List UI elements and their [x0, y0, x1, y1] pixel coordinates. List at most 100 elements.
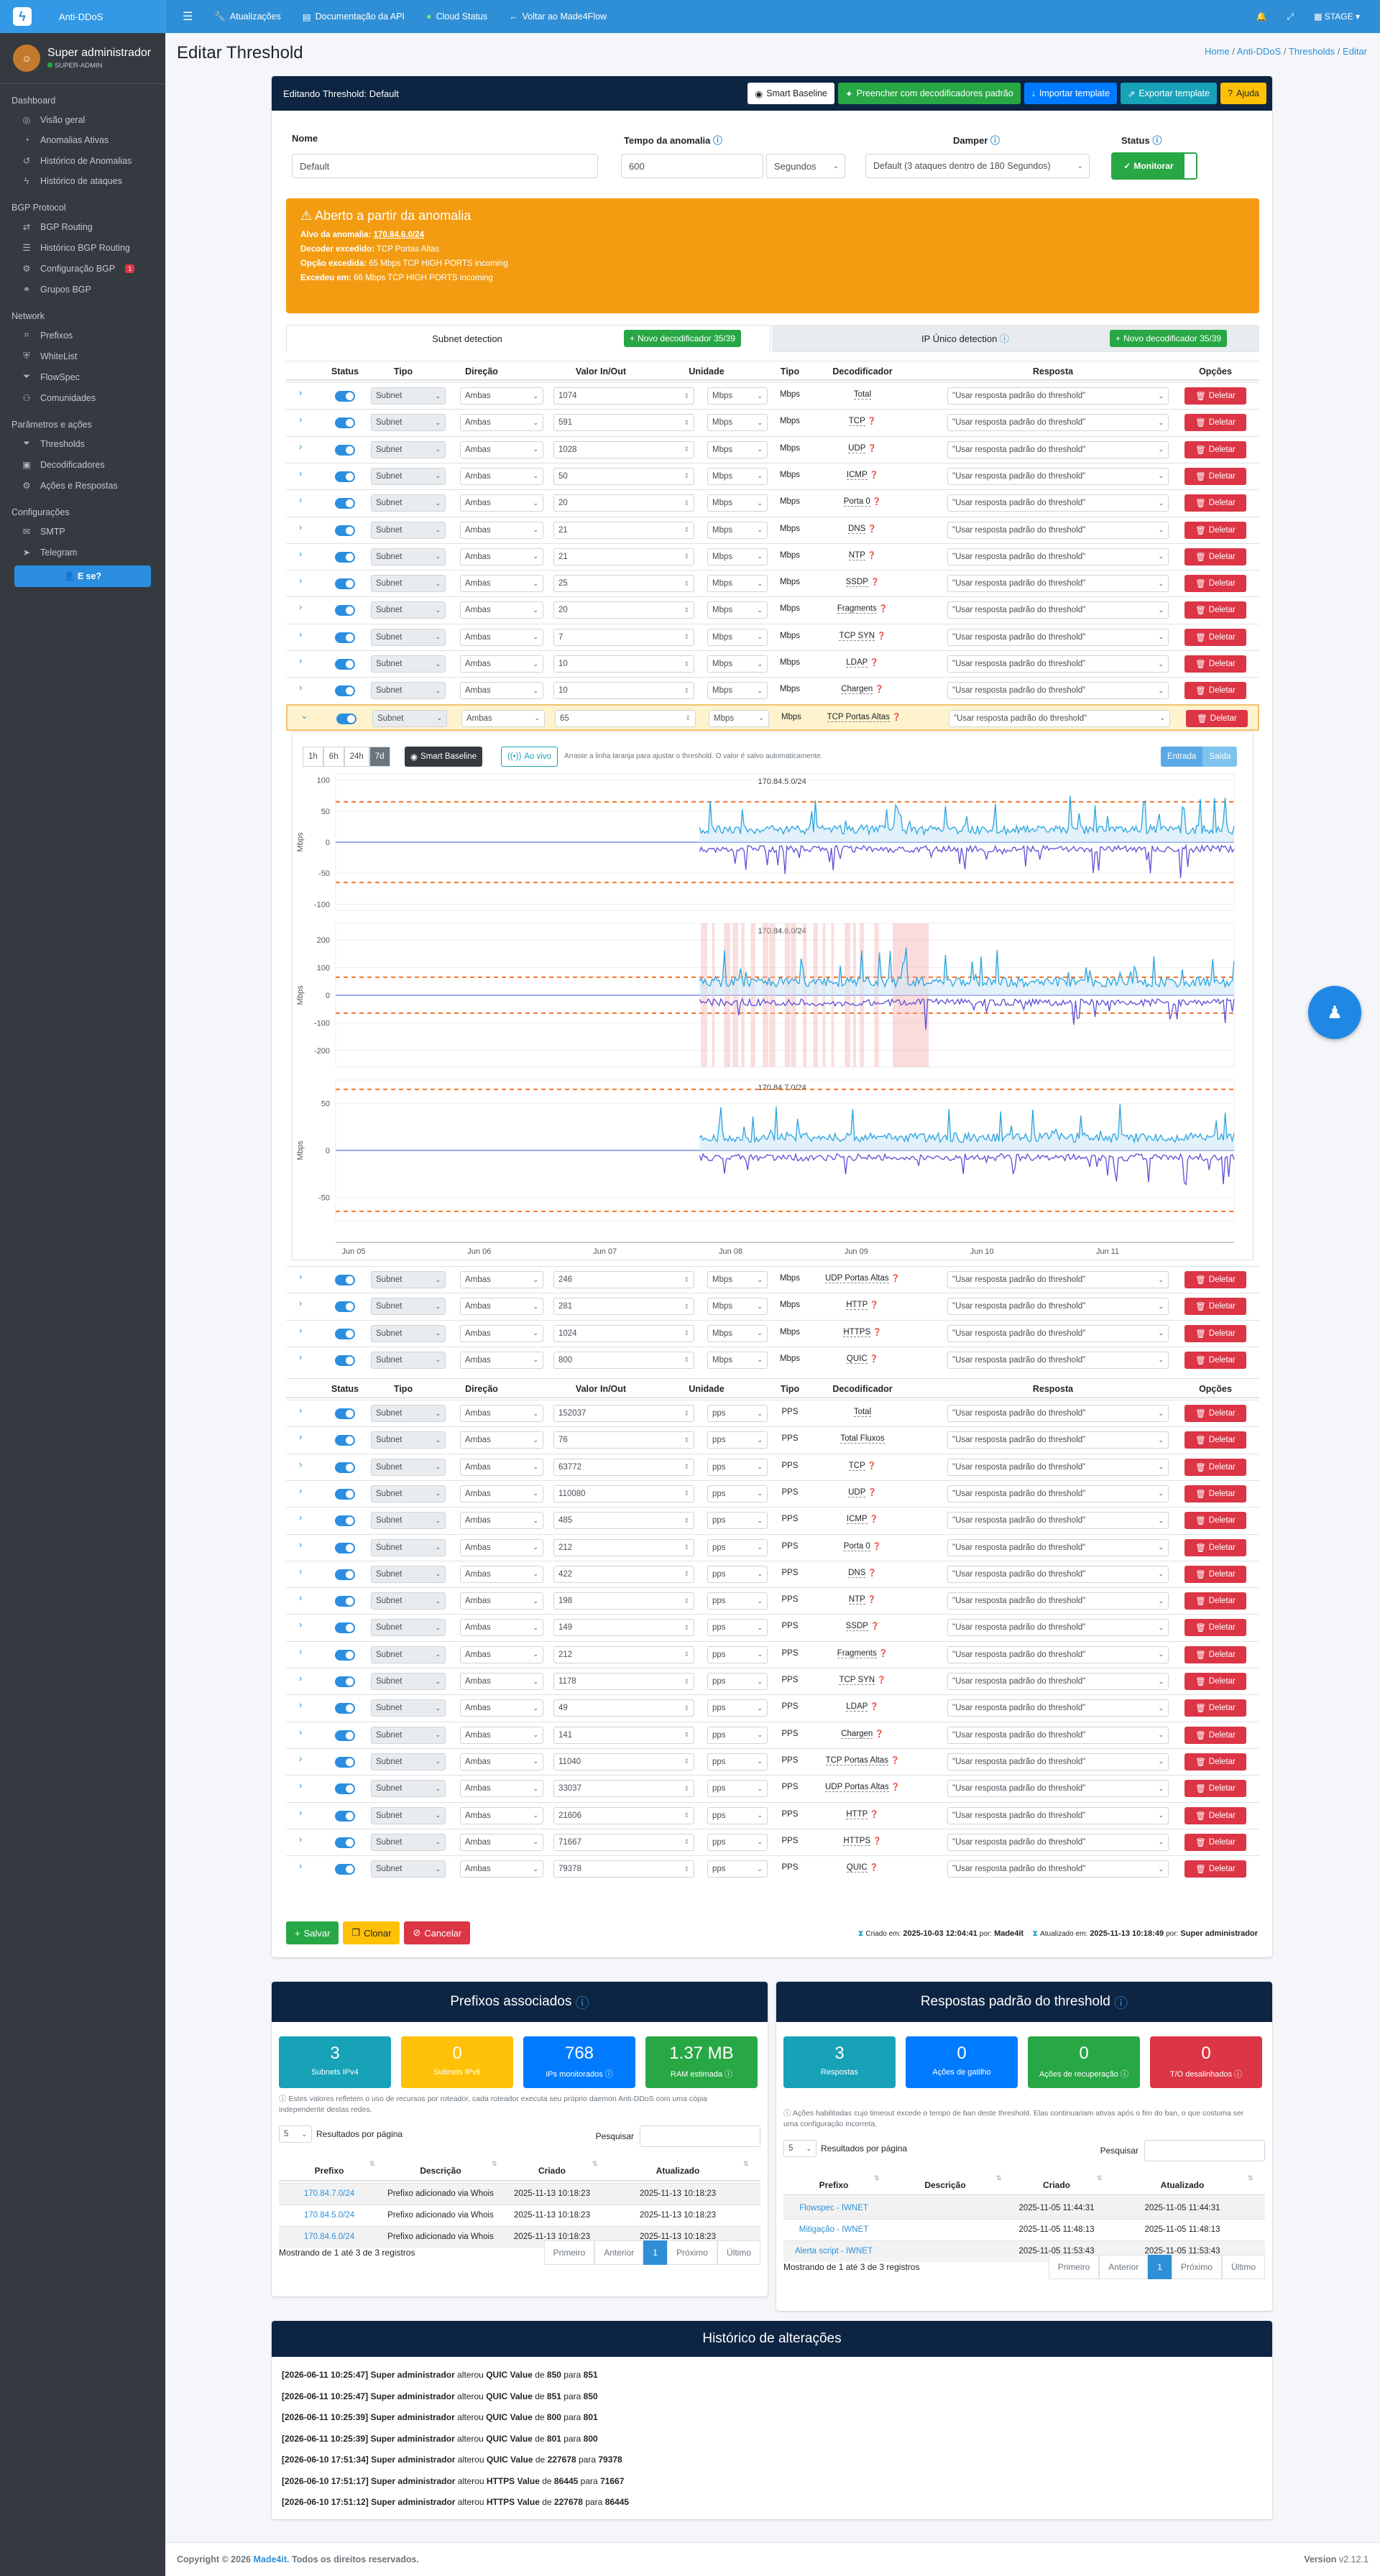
decoder-name[interactable]: HTTPS ❓	[806, 1837, 919, 1845]
status-switch[interactable]	[335, 1515, 355, 1526]
delete-button[interactable]: 🗑 Deletar	[1184, 1352, 1246, 1369]
unidade-select[interactable]: Mbps ⌄	[707, 468, 768, 485]
damper-select[interactable]: Default (3 ataques dentro de 180 Segundo…	[865, 154, 1090, 178]
delete-button[interactable]: 🗑 Deletar	[1184, 1619, 1246, 1636]
delete-button[interactable]: 🗑 Deletar	[1184, 1780, 1246, 1797]
tipo-select[interactable]: Subnet ⌄	[371, 682, 446, 699]
sidebar-item-smtp[interactable]: ✉ SMTP	[0, 521, 165, 542]
saida-toggle[interactable]: Saída	[1202, 747, 1237, 767]
tipo-select[interactable]: Subnet ⌄	[371, 1405, 446, 1422]
column-header[interactable]: Prefixo	[783, 2180, 884, 2190]
column-header-status[interactable]: Status	[323, 1384, 367, 1394]
cancel-button[interactable]: ⊘ Cancelar	[404, 1921, 470, 1944]
column-header-decodificador[interactable]: Decodificador	[806, 1384, 919, 1394]
row-link[interactable]: Mitigação - IWNET	[783, 2225, 884, 2234]
resposta-select[interactable]: "Usar resposta padrão do threshold" ⌄	[947, 655, 1169, 673]
row-link[interactable]: Alerta script - IWNET	[783, 2247, 884, 2256]
resposta-select[interactable]: "Usar resposta padrão do threshold" ⌄	[947, 1646, 1169, 1663]
unidade-select[interactable]: pps ⌄	[707, 1780, 768, 1797]
direcao-select[interactable]: Ambas ⌄	[460, 1271, 543, 1288]
sidebar-item-prefixos[interactable]: ⌗ Prefixos	[0, 325, 165, 346]
valor-input[interactable]: 21 ⇕	[553, 548, 694, 565]
unidade-select[interactable]: pps ⌄	[707, 1592, 768, 1610]
sair-button[interactable]: 👤 E se?	[14, 565, 151, 587]
decoder-name[interactable]: DNS ❓	[806, 1569, 919, 1577]
direcao-select[interactable]: Ambas ⌄	[460, 1699, 543, 1717]
decoder-name[interactable]: UDP ❓	[806, 444, 919, 453]
resposta-select[interactable]: "Usar resposta padrão do threshold" ⌄	[947, 601, 1169, 619]
resposta-select[interactable]: "Usar resposta padrão do threshold" ⌄	[947, 1512, 1169, 1529]
column-header[interactable]: Criado	[502, 2166, 602, 2176]
tipo-select[interactable]: Subnet ⌄	[371, 1512, 446, 1529]
stage-menu[interactable]: ▦ STAGE ▾	[1314, 11, 1360, 22]
unidade-select[interactable]: Mbps ⌄	[707, 655, 768, 673]
row-link[interactable]: 170.84.7.0/24	[279, 2189, 380, 2198]
resposta-select[interactable]: "Usar resposta padrão do threshold" ⌄	[947, 522, 1169, 539]
valor-input[interactable]: 63772 ⇕	[553, 1459, 694, 1476]
tempo-unit-select[interactable]: Segundos ⌄	[766, 154, 845, 178]
tipo-select[interactable]: Subnet ⌄	[371, 1699, 446, 1717]
unidade-select[interactable]: Mbps ⌄	[709, 710, 769, 727]
valor-input[interactable]: 1074 ⇕	[553, 387, 694, 405]
menu-toggle-icon[interactable]: ☰	[183, 9, 193, 24]
delete-button[interactable]: 🗑 Deletar	[1184, 1860, 1246, 1878]
valor-input[interactable]: 1024 ⇕	[553, 1325, 694, 1342]
valor-input[interactable]: 422 ⇕	[553, 1566, 694, 1583]
floating-user-button[interactable]: ♟	[1308, 986, 1361, 1039]
tipo-select[interactable]: Subnet ⌄	[371, 1619, 446, 1636]
valor-input[interactable]: 11040 ⇕	[553, 1753, 694, 1771]
delete-button[interactable]: 🗑 Deletar	[1184, 1699, 1246, 1717]
range-6h[interactable]: 6h	[323, 747, 344, 767]
chevron-right-icon[interactable]: ›	[299, 1619, 302, 1630]
decoder-name[interactable]: LDAP ❓	[806, 1702, 919, 1711]
column-header-tipo2[interactable]: Tipo	[777, 366, 803, 377]
valor-input[interactable]: 10 ⇕	[553, 682, 694, 699]
direcao-select[interactable]: Ambas ⌄	[460, 1860, 543, 1878]
decoder-name[interactable]: Chargen ❓	[806, 685, 919, 693]
sidebar-item-whitelist[interactable]: ⛨ WhiteList	[0, 346, 165, 366]
sidebar-item-configura-o-bgp[interactable]: ⚙ Configuração BGP 1	[0, 258, 165, 279]
unidade-select[interactable]: Mbps ⌄	[707, 441, 768, 458]
range-24h[interactable]: 24h	[344, 747, 369, 767]
status-switch[interactable]	[335, 552, 355, 563]
direcao-select[interactable]: Ambas ⌄	[460, 468, 543, 485]
unidade-select[interactable]: pps ⌄	[707, 1727, 768, 1744]
status-toggle[interactable]: ✓ Monitorar	[1111, 152, 1197, 180]
resposta-select[interactable]: "Usar resposta padrão do threshold" ⌄	[947, 441, 1169, 458]
delete-button[interactable]: 🗑 Deletar	[1184, 494, 1246, 512]
status-switch[interactable]	[335, 471, 355, 482]
column-header-tipo[interactable]: Tipo	[371, 1384, 436, 1394]
column-header[interactable]: Prefixo	[279, 2166, 380, 2176]
delete-button[interactable]: 🗑 Deletar	[1184, 655, 1246, 673]
column-header[interactable]: Atualizado	[602, 2166, 753, 2176]
delete-button[interactable]: 🗑 Deletar	[1184, 1485, 1246, 1502]
valor-input[interactable]: 79378 ⇕	[553, 1860, 694, 1878]
delete-button[interactable]: 🗑 Deletar	[1184, 441, 1246, 458]
chevron-right-icon[interactable]: ›	[299, 601, 302, 612]
search-input[interactable]	[640, 2125, 760, 2147]
sidebar-item-comunidades[interactable]: ⚇ Comunidades	[0, 387, 165, 408]
direcao-select[interactable]: Ambas ⌄	[460, 441, 543, 458]
chevron-right-icon[interactable]: ›	[299, 1485, 302, 1496]
chevron-right-icon[interactable]: ›	[299, 1807, 302, 1818]
decoder-name[interactable]: SSDP ❓	[806, 578, 919, 586]
tipo-select[interactable]: Subnet ⌄	[371, 1271, 446, 1288]
decoder-name[interactable]: Porta 0 ❓	[806, 497, 919, 506]
valor-input[interactable]: 21606 ⇕	[553, 1807, 694, 1824]
delete-button[interactable]: 🗑 Deletar	[1184, 682, 1246, 699]
breadcrumb-antiddos[interactable]: Anti-DDoS	[1237, 46, 1281, 57]
brand[interactable]: ϟ Anti-DDoS	[0, 0, 165, 33]
sidebar-item-vis-o-geral[interactable]: ◎ Visão geral	[0, 109, 165, 130]
resposta-select[interactable]: "Usar resposta padrão do threshold" ⌄	[947, 468, 1169, 485]
status-switch[interactable]	[335, 1596, 355, 1607]
sidebar-item-hist-rico-de-anomalias[interactable]: ↺ Histórico de Anomalias	[0, 150, 165, 171]
column-header-tipo[interactable]: Tipo	[371, 366, 436, 377]
column-header-tipo2[interactable]: Tipo	[777, 1384, 803, 1394]
status-switch[interactable]	[335, 578, 355, 589]
help-button[interactable]: ? Ajuda	[1220, 83, 1266, 104]
column-header-opcoes[interactable]: Opções	[1184, 1384, 1246, 1394]
direcao-select[interactable]: Ambas ⌄	[460, 1566, 543, 1583]
column-header[interactable]: Atualizado	[1107, 2180, 1258, 2190]
status-switch[interactable]	[335, 1435, 355, 1446]
nome-input[interactable]: Default	[292, 154, 598, 178]
